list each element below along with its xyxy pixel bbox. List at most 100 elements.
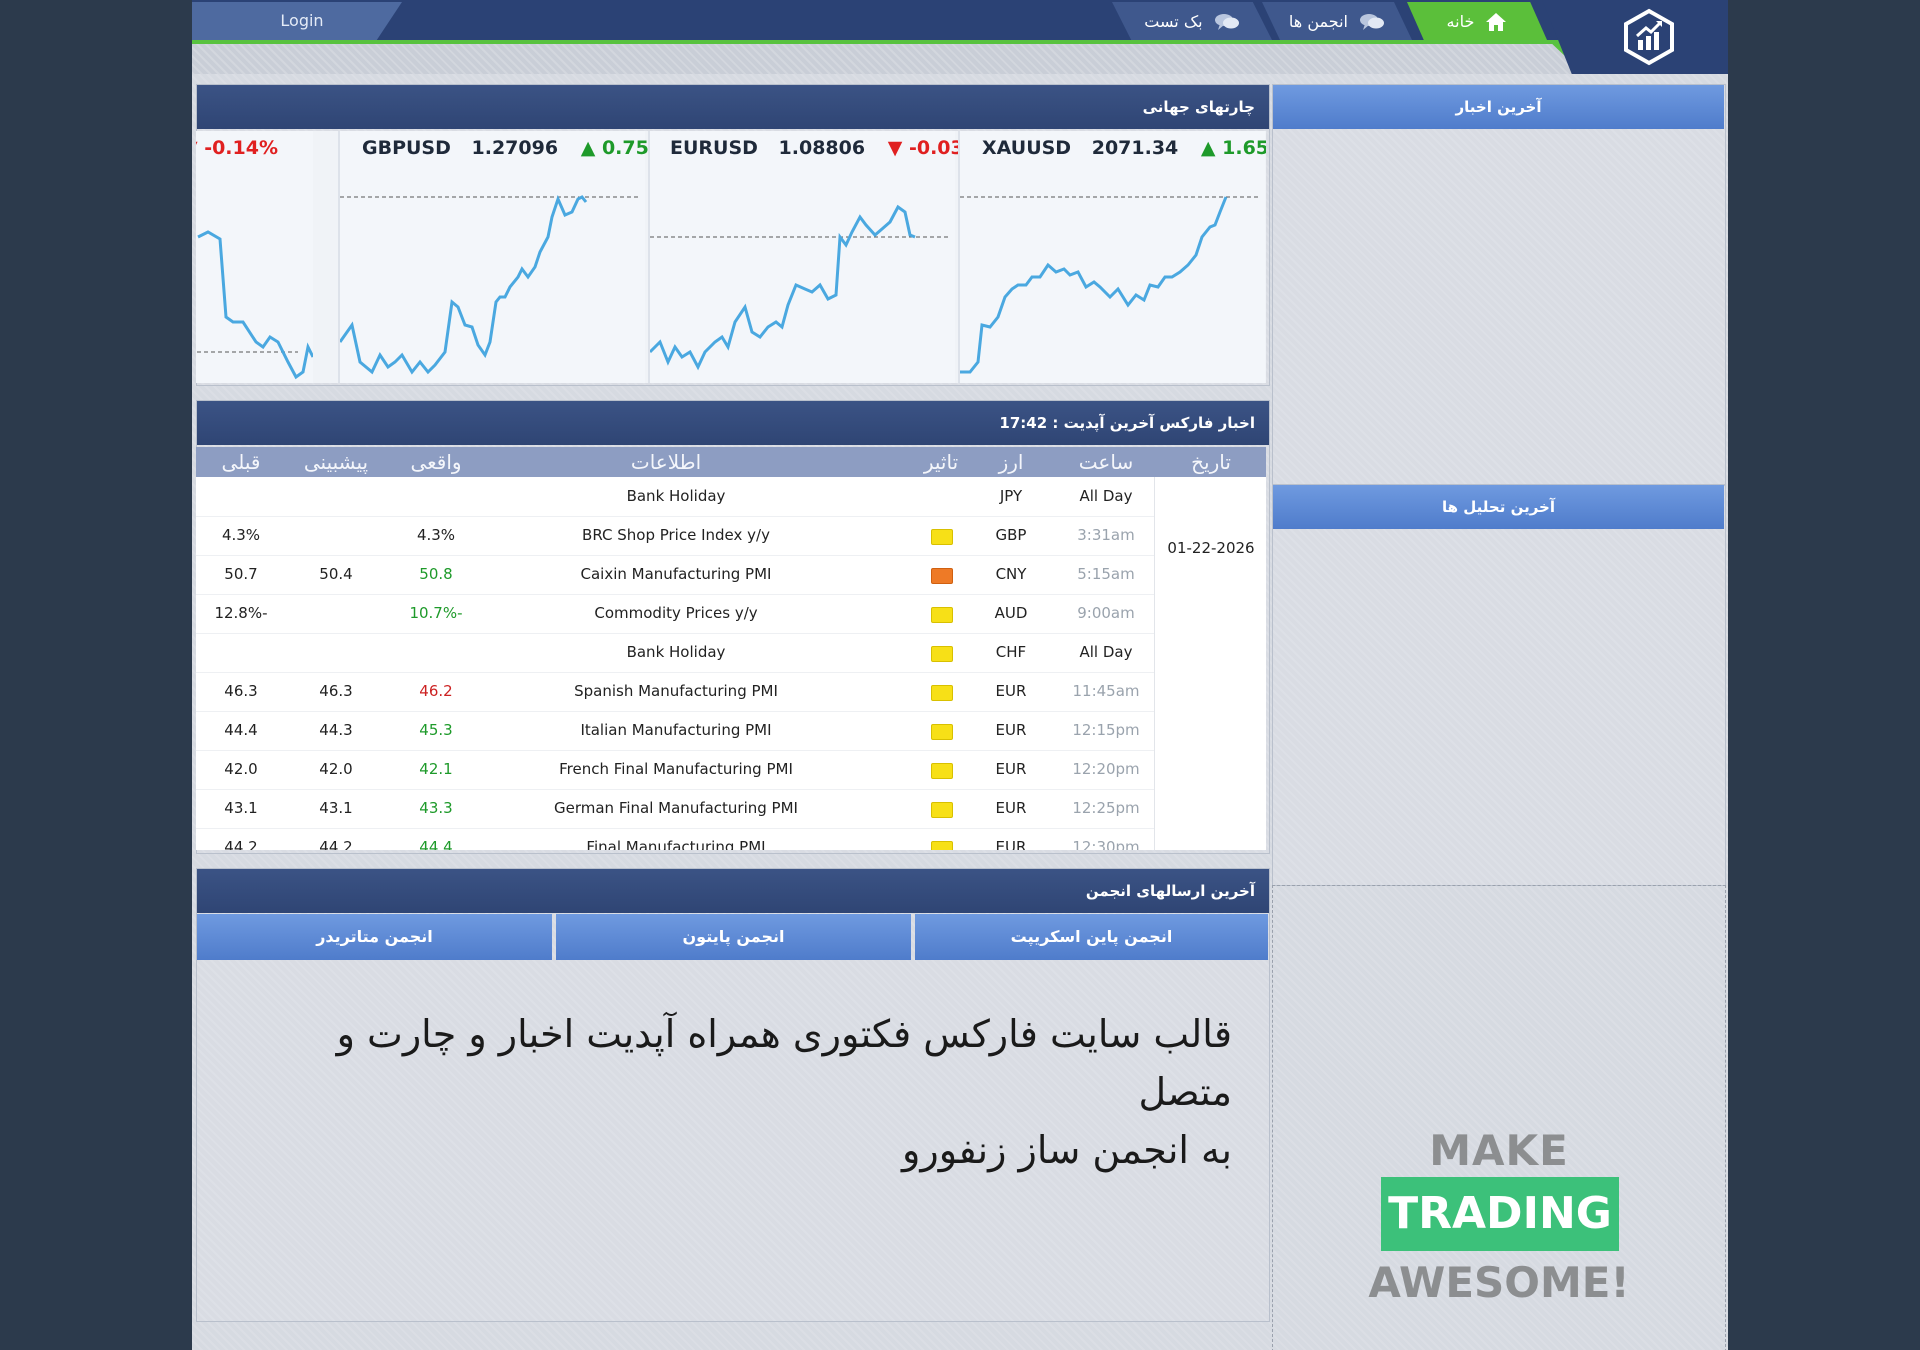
ad-banner[interactable]: MAKE TRADING AWESOME!: [1272, 885, 1726, 1350]
nav-tab-backtest[interactable]: بک تست: [1112, 2, 1272, 40]
cell-currency: EUR: [995, 760, 1027, 778]
latest-news-title[interactable]: آخرین اخبار: [1273, 85, 1724, 129]
cell-previous: 12.8%-: [214, 604, 268, 622]
ticker-card-eurusd[interactable]: EURUSD 1.08806 ▼ -0.03%: [648, 131, 983, 383]
forum-body-line1: قالب سایت فارکس فکتوری همراه آپدیت اخبار…: [336, 1012, 1232, 1114]
cell-currency: AUD: [994, 604, 1028, 622]
cell-previous: 43.1: [224, 799, 258, 817]
cell-previous: 4.3%: [221, 526, 261, 544]
cell-currency: CHF: [995, 643, 1027, 661]
impact-folder-icon: [931, 724, 953, 740]
cell-actual: 45.3: [419, 721, 453, 739]
col-time: ساعت: [1078, 450, 1134, 474]
cell-forecast: [286, 633, 386, 672]
login-label: Login: [280, 11, 324, 30]
cell-forecast: [286, 516, 386, 555]
cell-currency: EUR: [995, 682, 1027, 700]
cell-previous: 50.7: [224, 565, 258, 583]
latest-analysis-title[interactable]: آخرین تحلیل ها: [1273, 485, 1724, 529]
forum-tab-python[interactable]: انجمن پایتون: [556, 914, 911, 960]
table-row[interactable]: 12.8%- 10.7%- Commodity Prices y/y AUD 9:00a…: [196, 594, 1266, 634]
cell-actual: 10.7%-: [409, 604, 463, 622]
cell-previous: 44.4: [224, 721, 258, 739]
ticker-sparkline: [650, 204, 950, 371]
nav-underband: [192, 44, 1728, 74]
impact-folder-icon: [931, 607, 953, 623]
cell-previous: [196, 633, 286, 672]
news-table-header: قبلی پیشبینی واقعی اطلاعات تاثیر ارز ساع…: [196, 447, 1266, 477]
latest-analysis-panel: [1272, 484, 1726, 886]
ad-line-make: MAKE: [1429, 1126, 1569, 1175]
chat-icon: [1360, 13, 1385, 30]
cell-currency: GBP: [995, 526, 1027, 544]
cell-time: 9:00am: [1077, 604, 1135, 622]
table-row[interactable]: 50.7 50.4 50.8 Caixin Manufacturing PMI CNY 5…: [196, 555, 1266, 595]
nav-tab-home[interactable]: خانه: [1407, 2, 1547, 40]
cell-time: 11:45am: [1072, 682, 1140, 700]
impact-folder-icon: [931, 568, 953, 584]
forum-posts-title: آخرین ارسالهای انجمن: [197, 869, 1269, 913]
forum-tab-metatrader[interactable]: انجمن متاتریدر: [197, 914, 552, 960]
chart-logo-icon[interactable]: [1622, 8, 1676, 66]
home-icon: [1486, 12, 1507, 31]
cell-forecast: 42.0: [319, 760, 353, 778]
table-row[interactable]: 44.4 44.3 45.3 Italian Manufacturing PMI EUR…: [196, 711, 1266, 751]
nav-tab-backtest-label: بک تست: [1144, 11, 1203, 31]
table-row[interactable]: Bank Holiday JPY All Day: [196, 477, 1266, 517]
forum-tab-pinescript[interactable]: انجمن پاین اسکریپت: [915, 914, 1268, 960]
nav-green-line: [192, 40, 1728, 44]
ticker-card-gbpusd[interactable]: GBPUSD 1.27096 ▲ 0.75%: [338, 131, 668, 383]
table-row[interactable]: 46.3 46.3 46.2 Spanish Manufacturing PMI EUR…: [196, 672, 1266, 712]
ticker-sparkline: [196, 230, 313, 380]
nav-tab-forums-label: انجمن ها: [1288, 11, 1348, 31]
table-row[interactable]: Bank Holiday CHF All Day: [196, 633, 1266, 673]
cell-currency: EUR: [995, 721, 1027, 739]
cell-info: Spanish Manufacturing PMI: [574, 682, 778, 700]
news-date: 01-22-2026: [1167, 539, 1255, 557]
cell-time: 5:15am: [1077, 565, 1135, 583]
cell-info: Italian Manufacturing PMI: [580, 721, 772, 739]
cell-currency: JPY: [999, 487, 1023, 505]
news-date-cell: 01-22-2026: [1154, 477, 1266, 850]
impact-folder-icon: [931, 685, 953, 701]
ticker-symbol: EURUSD: [670, 137, 758, 159]
charts-strip: ▼ -0.14% GBPUSD 1.27096 ▲ 0.75%: [196, 131, 1266, 383]
cell-actual: [386, 633, 486, 672]
cell-previous: 46.3: [224, 682, 258, 700]
table-row[interactable]: 4.3% 4.3% BRC Shop Price Index y/y GBP 3:31a…: [196, 516, 1266, 556]
login-button[interactable]: Login: [192, 2, 402, 40]
ad-line-awesome: AWESOME!: [1368, 1258, 1630, 1307]
ticker-card-xauusd[interactable]: XAUUSD 2071.34 ▲ 1.65%: [958, 131, 1266, 383]
cell-time: 12:20pm: [1072, 760, 1140, 778]
table-row[interactable]: 42.0 42.0 42.1 French Final Manufacturing P…: [196, 750, 1266, 790]
col-currency: ارز: [998, 450, 1024, 474]
cell-time: 3:31am: [1077, 526, 1135, 544]
cell-previous: 42.0: [224, 760, 258, 778]
col-actual: واقعی: [410, 450, 462, 474]
latest-news-panel: [1272, 84, 1726, 486]
cell-time: All Day: [1079, 487, 1133, 505]
table-row[interactable]: 44.2 44.2 44.4 Final Manufacturing PMI EUR 12…: [196, 828, 1266, 850]
cell-forecast: 44.2: [319, 838, 353, 850]
ticker-price: 1.27096: [471, 137, 559, 159]
ticker-symbol: XAUUSD: [982, 137, 1072, 159]
charts-panel-title: چارتهای جهانی: [197, 85, 1269, 129]
cell-currency: CNY: [995, 565, 1027, 583]
cell-forecast: 46.3: [319, 682, 353, 700]
forex-news-table: قبلی پیشبینی واقعی اطلاعات تاثیر ارز ساع…: [196, 447, 1266, 850]
cell-previous: 44.2: [224, 838, 258, 850]
cell-previous: [196, 477, 286, 516]
nav-tab-forums[interactable]: انجمن ها: [1262, 2, 1412, 40]
cell-info: Bank Holiday: [626, 487, 726, 505]
cell-actual: 50.8: [419, 565, 453, 583]
table-row[interactable]: 43.1 43.1 43.3 German Final Manufacturing P…: [196, 789, 1266, 829]
ticker-change-up-icon: ▲: [580, 137, 596, 159]
cell-info: Commodity Prices y/y: [594, 604, 758, 622]
cell-actual: 46.2: [419, 682, 453, 700]
forum-body-text: قالب سایت فارکس فکتوری همراه آپدیت اخبار…: [232, 1005, 1232, 1179]
ticker-card-partial[interactable]: ▼ -0.14%: [196, 131, 313, 383]
ticker-price: 1.08806: [778, 137, 866, 159]
col-forecast: پیشبینی: [303, 450, 369, 474]
cell-info: Bank Holiday: [626, 643, 726, 661]
chat-icon: [1214, 13, 1239, 30]
